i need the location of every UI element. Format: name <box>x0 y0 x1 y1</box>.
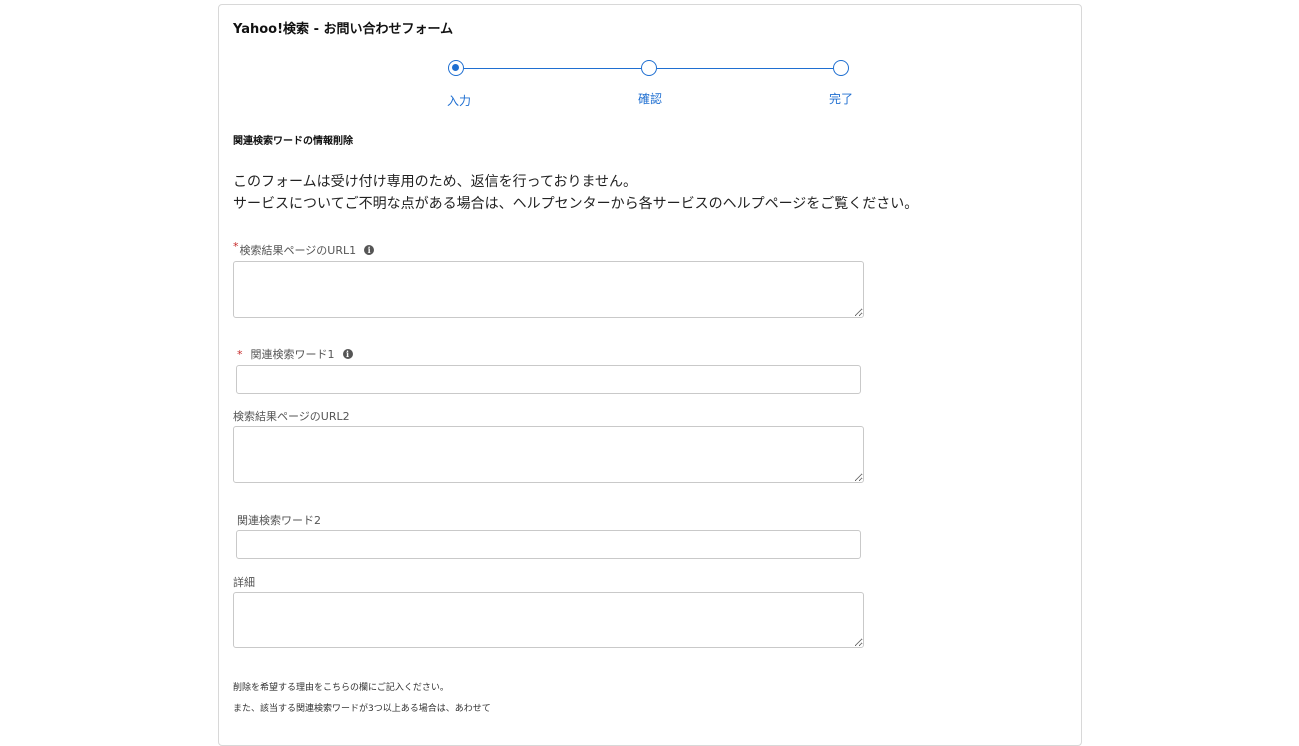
note-line-2: また、該当する関連検索ワードが3つ以上ある場合は、あわせて <box>233 704 491 714</box>
required-mark: * <box>237 347 243 361</box>
url2-textarea[interactable] <box>233 426 864 483</box>
word2-label-text: 関連検索ワード2 <box>237 514 321 527</box>
stepper-line-2 <box>657 68 833 69</box>
stepper-line-1 <box>464 68 641 69</box>
word2-input[interactable] <box>236 530 861 559</box>
intro-text: このフォームは受け付け専用のため、返信を行っておりません。 サービスについてご不… <box>233 171 918 215</box>
info-icon[interactable]: i <box>364 245 375 255</box>
step-complete-icon <box>833 60 849 76</box>
details-label: 詳細 <box>233 574 255 590</box>
info-icon[interactable]: i <box>342 349 353 359</box>
step-confirm-icon <box>641 60 657 76</box>
url2-label-text: 検索結果ページのURL2 <box>233 410 350 423</box>
details-label-text: 詳細 <box>233 576 255 589</box>
note-line-1: 削除を希望する理由をこちらの欄にご記入ください。 <box>233 683 449 693</box>
word1-label: * 関連検索ワード1 i <box>237 346 353 362</box>
url1-label-text: 検索結果ページのURL1 <box>239 244 357 257</box>
step-complete-label: 完了 <box>829 92 854 106</box>
required-mark: * <box>233 239 239 253</box>
intro-line-2: サービスについてご不明な点がある場合は、ヘルプセンターから各サービスのヘルプペー… <box>233 196 919 212</box>
url1-textarea[interactable] <box>233 261 864 318</box>
url1-label: * 検索結果ページのURL1 i <box>233 239 375 258</box>
step-confirm-label: 確認 <box>638 92 663 106</box>
progress-stepper: 入力 確認 完了 <box>219 5 1081 115</box>
intro-line-1: このフォームは受け付け専用のため、返信を行っておりません。 <box>233 174 638 190</box>
word1-label-text: 関連検索ワード1 <box>250 348 335 361</box>
word2-label: 関連検索ワード2 <box>237 512 321 528</box>
step-input-icon <box>448 60 464 76</box>
step-input-label: 入力 <box>447 94 472 108</box>
section-heading: 関連検索ワードの情報削除 <box>233 136 353 147</box>
details-textarea[interactable] <box>233 592 864 648</box>
url2-label: 検索結果ページのURL2 <box>233 408 350 424</box>
word1-input[interactable] <box>236 365 861 394</box>
contact-form-card: Yahoo!検索 - お問い合わせフォーム 入力 確認 完了 関連検索ワードの情… <box>218 4 1082 746</box>
